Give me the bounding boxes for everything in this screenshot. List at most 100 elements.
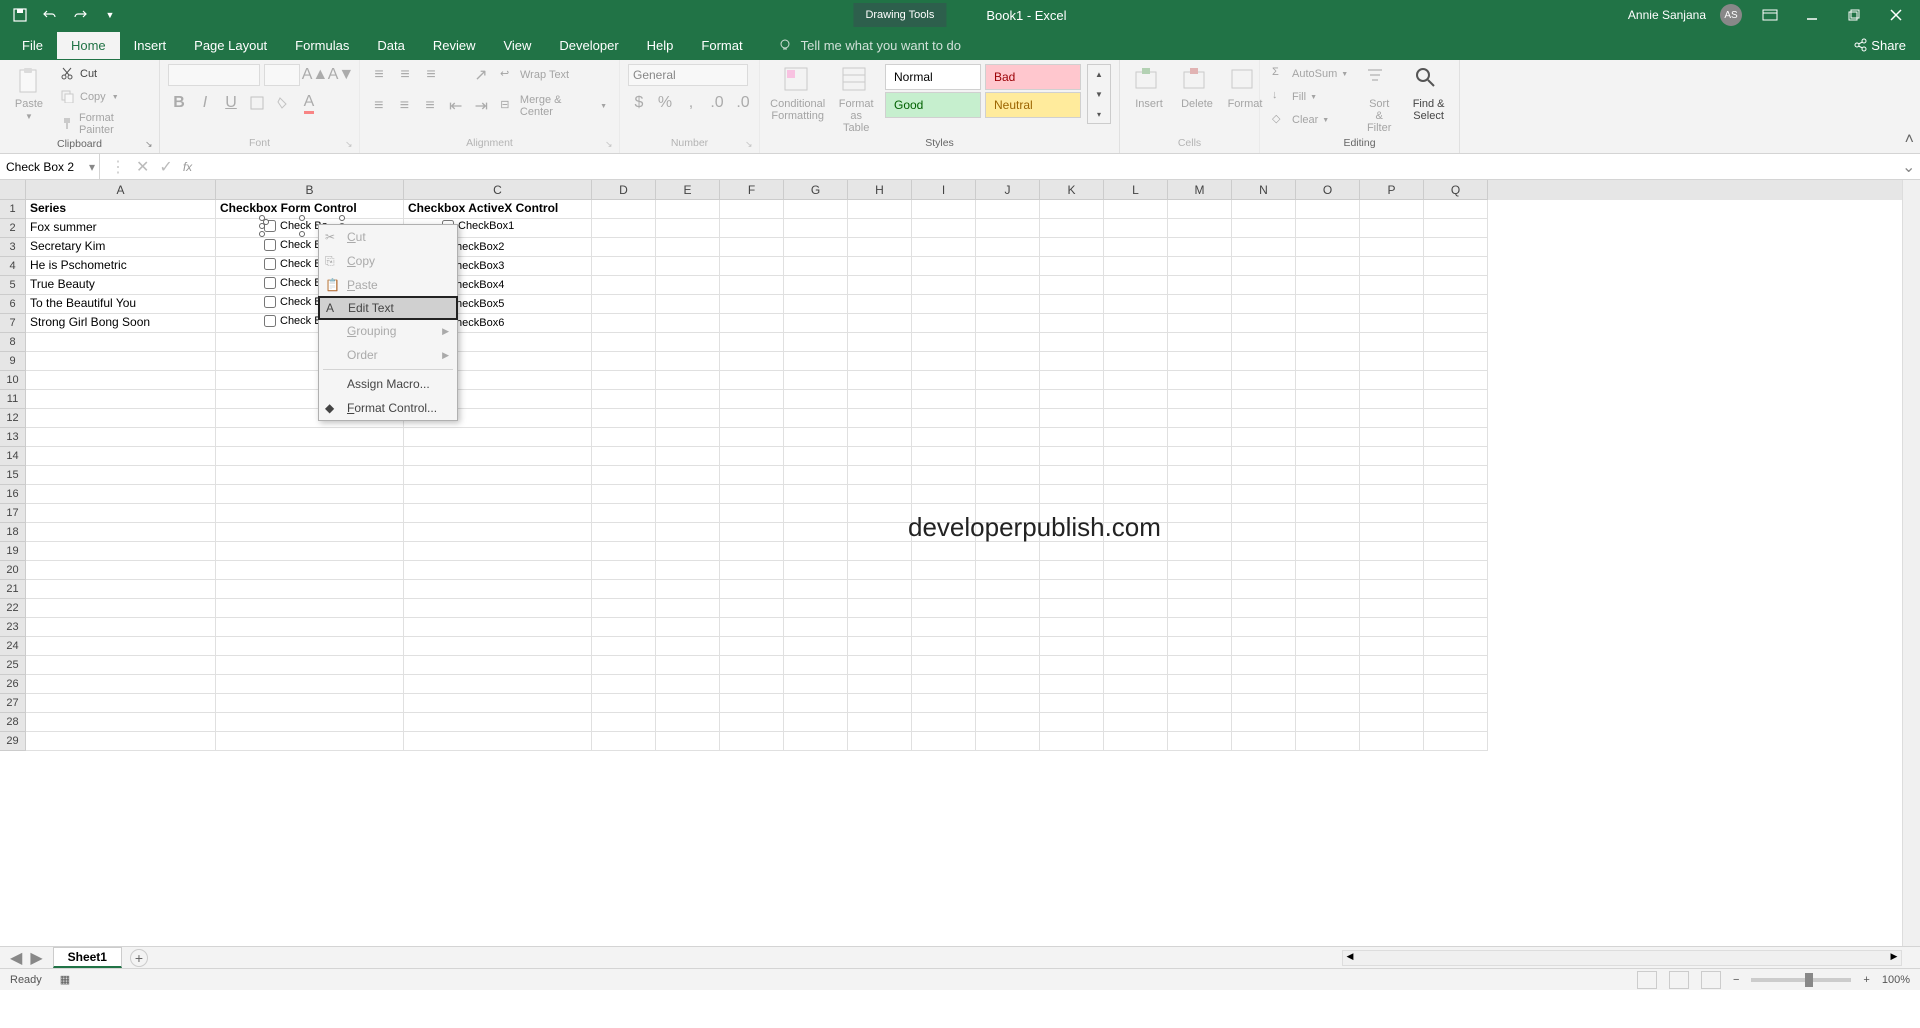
- cell[interactable]: [1360, 656, 1424, 675]
- cell[interactable]: [656, 713, 720, 732]
- cm-format-control[interactable]: ◆Format Control...: [319, 396, 457, 420]
- cell[interactable]: [656, 371, 720, 390]
- cell[interactable]: [1040, 314, 1104, 333]
- delete-cells-button[interactable]: Delete: [1176, 64, 1218, 112]
- cell[interactable]: [720, 599, 784, 618]
- cell[interactable]: [404, 485, 592, 504]
- cell[interactable]: [1232, 447, 1296, 466]
- cell[interactable]: [592, 618, 656, 637]
- cut-button[interactable]: Cut: [56, 64, 151, 84]
- cell[interactable]: [216, 428, 404, 447]
- cell[interactable]: [848, 295, 912, 314]
- cell[interactable]: [592, 314, 656, 333]
- cell[interactable]: [720, 333, 784, 352]
- cell[interactable]: [1360, 599, 1424, 618]
- cell[interactable]: [912, 314, 976, 333]
- cell[interactable]: [1296, 371, 1360, 390]
- cell[interactable]: [1168, 561, 1232, 580]
- cell[interactable]: [1040, 466, 1104, 485]
- cell[interactable]: [912, 333, 976, 352]
- cell[interactable]: [1104, 295, 1168, 314]
- cell[interactable]: [1296, 238, 1360, 257]
- save-icon[interactable]: [12, 7, 28, 23]
- font-name-combo[interactable]: [168, 64, 260, 86]
- row-header-15[interactable]: 15: [0, 466, 26, 485]
- cell[interactable]: [784, 485, 848, 504]
- comma-format-icon[interactable]: ,: [680, 92, 702, 114]
- paste-button[interactable]: Paste ▼: [8, 64, 50, 123]
- page-layout-view-icon[interactable]: [1669, 971, 1689, 989]
- cell[interactable]: [1360, 485, 1424, 504]
- cell[interactable]: [656, 333, 720, 352]
- cell[interactable]: [26, 428, 216, 447]
- col-header-F[interactable]: F: [720, 180, 784, 200]
- cell[interactable]: [1424, 618, 1488, 637]
- cell[interactable]: [26, 352, 216, 371]
- cell[interactable]: [1104, 447, 1168, 466]
- cell[interactable]: [848, 371, 912, 390]
- cell[interactable]: [1424, 390, 1488, 409]
- cell[interactable]: [592, 732, 656, 751]
- row-header-7[interactable]: 7: [0, 314, 26, 333]
- col-header-Q[interactable]: Q: [1424, 180, 1488, 200]
- cell[interactable]: [1232, 371, 1296, 390]
- cell[interactable]: [1232, 485, 1296, 504]
- cell[interactable]: [1424, 694, 1488, 713]
- cell[interactable]: [1424, 542, 1488, 561]
- zoom-level[interactable]: 100%: [1882, 974, 1910, 986]
- cell[interactable]: [1040, 542, 1104, 561]
- cell[interactable]: [976, 466, 1040, 485]
- checkbox-input[interactable]: [264, 315, 276, 327]
- clear-button[interactable]: ◇Clear▼: [1268, 110, 1352, 130]
- format-as-table-button[interactable]: Format as Table: [833, 64, 879, 136]
- cell[interactable]: [26, 485, 216, 504]
- cell[interactable]: [26, 637, 216, 656]
- cell[interactable]: [912, 561, 976, 580]
- cell[interactable]: [976, 371, 1040, 390]
- cell[interactable]: [1168, 295, 1232, 314]
- row-header-12[interactable]: 12: [0, 409, 26, 428]
- cell[interactable]: [1296, 466, 1360, 485]
- col-header-J[interactable]: J: [976, 180, 1040, 200]
- cell[interactable]: [976, 314, 1040, 333]
- cell[interactable]: [216, 523, 404, 542]
- cell[interactable]: [1424, 333, 1488, 352]
- cell-series[interactable]: To the Beautiful You: [26, 295, 216, 314]
- cell[interactable]: [592, 390, 656, 409]
- cell[interactable]: [912, 618, 976, 637]
- checkbox-input[interactable]: [264, 258, 276, 270]
- activex-checkbox[interactable]: heckBox5: [456, 298, 504, 310]
- cell[interactable]: [784, 371, 848, 390]
- cell[interactable]: [912, 504, 976, 523]
- cm-paste[interactable]: 📋Paste: [319, 273, 457, 297]
- cell[interactable]: [656, 409, 720, 428]
- cell[interactable]: [26, 371, 216, 390]
- cell[interactable]: [592, 561, 656, 580]
- tell-me[interactable]: Tell me what you want to do: [777, 37, 961, 53]
- decrease-decimal-icon[interactable]: .0: [732, 92, 754, 114]
- cell[interactable]: [216, 713, 404, 732]
- cell[interactable]: [1040, 428, 1104, 447]
- cell[interactable]: [1040, 200, 1104, 219]
- cell[interactable]: [1168, 352, 1232, 371]
- cell[interactable]: [1424, 200, 1488, 219]
- cell[interactable]: [1296, 276, 1360, 295]
- cell[interactable]: [216, 580, 404, 599]
- cell[interactable]: [1360, 428, 1424, 447]
- styles-scroll-down-icon[interactable]: ▼: [1088, 85, 1110, 103]
- col-header-K[interactable]: K: [1040, 180, 1104, 200]
- cell[interactable]: [1168, 732, 1232, 751]
- cell[interactable]: [1296, 618, 1360, 637]
- ribbon-display-icon[interactable]: [1756, 1, 1784, 29]
- cell[interactable]: [1232, 466, 1296, 485]
- cell[interactable]: [1424, 656, 1488, 675]
- cell[interactable]: [976, 257, 1040, 276]
- cell[interactable]: [216, 637, 404, 656]
- cell-series[interactable]: Secretary Kim: [26, 238, 216, 257]
- cell[interactable]: [592, 352, 656, 371]
- cell[interactable]: [1360, 542, 1424, 561]
- cell[interactable]: [26, 409, 216, 428]
- cancel-formula-icon[interactable]: ✕: [136, 157, 149, 177]
- cell[interactable]: [592, 485, 656, 504]
- cell[interactable]: [1360, 238, 1424, 257]
